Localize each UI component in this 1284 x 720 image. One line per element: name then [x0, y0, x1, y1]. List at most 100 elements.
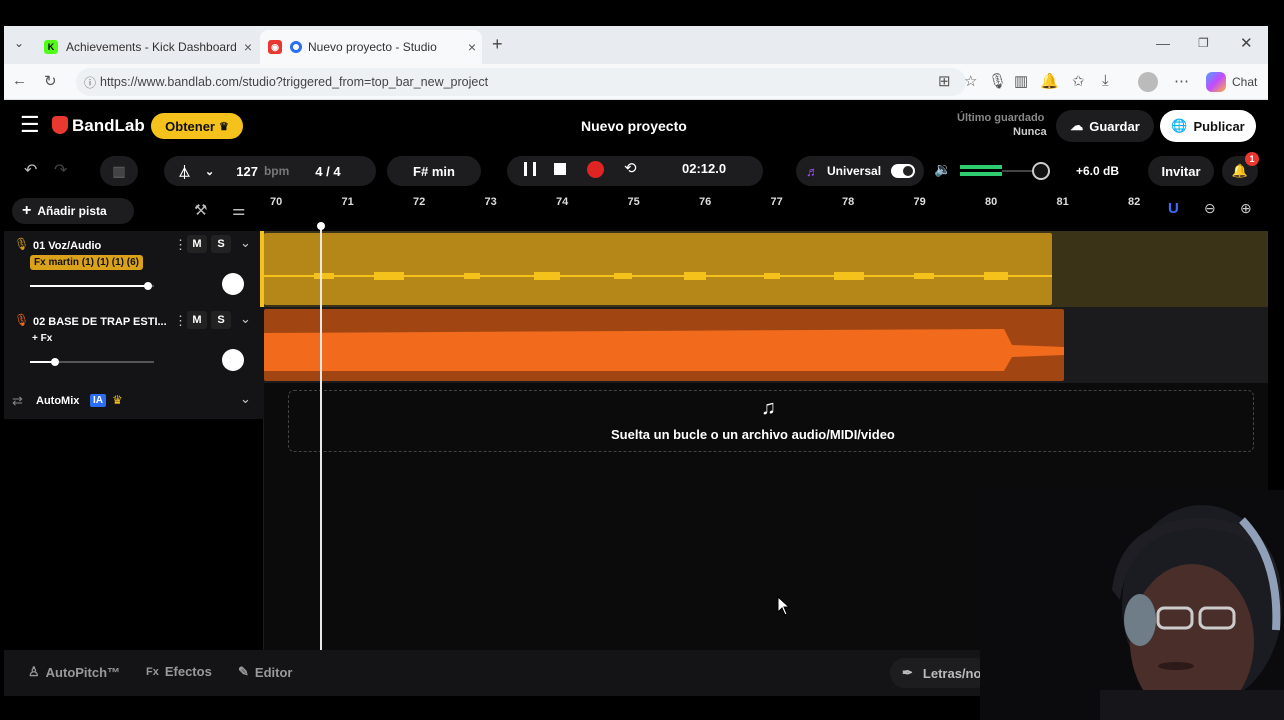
slider-handle[interactable]: [50, 358, 59, 366]
new-tab-icon[interactable]: +: [492, 34, 503, 55]
mute-button[interactable]: M: [187, 235, 207, 253]
pause-icon[interactable]: [524, 162, 536, 176]
restore-icon[interactable]: ❐: [1198, 36, 1209, 50]
redo-icon[interactable]: ↷: [54, 160, 67, 180]
audio-region-base[interactable]: [264, 309, 1064, 381]
close-icon[interactable]: ×: [244, 39, 252, 55]
piano-keys-button[interactable]: ▥: [100, 156, 138, 186]
editor-button[interactable]: ✎ Editor: [238, 664, 292, 680]
drop-zone[interactable]: ♫ Suelta un bucle o un archivo audio/MID…: [288, 390, 1254, 452]
chat-label[interactable]: Chat: [1232, 75, 1257, 89]
snap-magnet-icon[interactable]: U: [1168, 200, 1179, 217]
close-window-icon[interactable]: ✕: [1240, 34, 1253, 52]
transport-toolbar: ↶ ↷ ▥ ⏃ ⌄ 127 bpm 4 / 4 F# min ⟲ 02:12.0: [4, 152, 1268, 192]
tab-list-chevron-icon[interactable]: ⌄: [14, 36, 24, 50]
close-icon[interactable]: ×: [468, 39, 476, 55]
timeline-ruler[interactable]: U ⊖ ⊕ 70 71 72 73 74 75 76 77 78 79 80 81 82: [264, 192, 1268, 231]
solo-button[interactable]: S: [211, 311, 231, 329]
mute-button[interactable]: M: [187, 311, 207, 329]
favorite-star-icon[interactable]: ☆: [964, 72, 977, 90]
screen: ⌄ K Achievements - Kick Dashboard × ◉ Nu…: [0, 0, 1284, 720]
preset-toggle[interactable]: [891, 164, 916, 178]
volume-speaker-icon[interactable]: 🔉: [934, 161, 951, 178]
copilot-icon[interactable]: [1206, 72, 1226, 92]
invite-button[interactable]: Invitar: [1148, 156, 1214, 186]
more-menu-icon[interactable]: ⋯: [1174, 72, 1189, 90]
autopitch-button[interactable]: ♙ AutoPitch™: [28, 664, 120, 680]
volume-knob[interactable]: [1032, 162, 1050, 180]
lyrics-button[interactable]: ✒ Letras/no: [890, 658, 990, 688]
plus-icon: +: [22, 202, 32, 219]
playhead-handle[interactable]: [317, 222, 325, 230]
project-title[interactable]: Nuevo proyecto: [581, 118, 687, 134]
minimize-icon[interactable]: —: [1156, 35, 1170, 51]
stop-icon[interactable]: [554, 163, 566, 175]
fx-chip[interactable]: Fx martin (1) (1) (1) (6): [30, 255, 144, 270]
undo-icon[interactable]: ↶: [24, 160, 37, 180]
loop-icon[interactable]: ⟲: [624, 159, 637, 177]
ruler-bar-label: 71: [341, 196, 354, 208]
record-icon[interactable]: [587, 161, 604, 178]
chevron-down-icon[interactable]: ⌄: [205, 165, 214, 178]
bandlab-logo-icon: [52, 116, 68, 134]
site-info-icon[interactable]: ⓘ: [84, 74, 96, 91]
track-volume-slider[interactable]: [30, 358, 154, 366]
get-membership-button[interactable]: Obtener ♛: [151, 113, 243, 139]
solo-button[interactable]: S: [211, 235, 231, 253]
tab-kick-dashboard[interactable]: K Achievements - Kick Dashboard ×: [36, 30, 258, 64]
add-fx-button[interactable]: + Fx: [32, 333, 52, 344]
pan-knob[interactable]: [222, 273, 244, 295]
metronome-icon[interactable]: ⏃: [178, 162, 191, 181]
back-icon[interactable]: ←: [12, 72, 27, 89]
master-volume-meter[interactable]: [960, 162, 1050, 180]
publish-button[interactable]: 🌐 Publicar: [1160, 110, 1256, 142]
url-field[interactable]: ⓘ https://www.bandlab.com/studio?trigger…: [76, 68, 966, 96]
apps-icon[interactable]: ⊞: [938, 72, 951, 90]
pan-knob[interactable]: [222, 349, 244, 371]
track-volume-slider[interactable]: [30, 282, 154, 290]
track-list: 🎙 01 Voz/Audio ⋮ M S ⌄ Fx martin (1) (1)…: [4, 231, 264, 651]
last-saved-value: Nunca: [1013, 126, 1047, 138]
reading-view-icon[interactable]: ▥: [1014, 72, 1028, 90]
zoom-out-icon[interactable]: ⊖: [1204, 200, 1216, 217]
zoom-in-icon[interactable]: ⊕: [1240, 200, 1252, 217]
ruler-bar-label: 77: [770, 196, 783, 208]
microphone-icon[interactable]: 🎙: [988, 72, 1007, 90]
globe-icon: 🌐: [1171, 118, 1188, 133]
track-name[interactable]: 02 BASE DE TRAP ESTI...: [33, 316, 167, 328]
add-track-button[interactable]: + Añadir pista: [12, 198, 134, 224]
tab-bandlab-studio[interactable]: ◉ Nuevo proyecto - Studio ×: [260, 30, 482, 64]
track-more-icon[interactable]: ⋮: [174, 313, 187, 329]
track-name[interactable]: 01 Voz/Audio: [33, 240, 101, 252]
notifications-browser-icon[interactable]: 🔔: [1040, 72, 1059, 90]
tools-icon[interactable]: ⚒: [194, 201, 207, 219]
reload-icon[interactable]: ↻: [44, 72, 57, 90]
favorites-icon[interactable]: ✩: [1072, 72, 1085, 90]
hamburger-menu-icon[interactable]: ☰: [20, 114, 40, 136]
save-button[interactable]: ☁ Guardar: [1056, 110, 1154, 142]
automix-row[interactable]: ⇄ AutoMix IA ♛ ⌄: [4, 383, 264, 419]
crown-icon: ♛: [112, 393, 123, 407]
chevron-down-icon[interactable]: ⌄: [240, 391, 251, 407]
chevron-down-icon[interactable]: ⌄: [240, 235, 251, 251]
key-selector[interactable]: F# min: [387, 156, 481, 186]
effects-label: Efectos: [164, 664, 212, 679]
bandlab-logo-text[interactable]: BandLab: [72, 116, 145, 136]
chevron-down-icon[interactable]: ⌄: [240, 311, 251, 327]
preset-music-icon: ♬: [806, 163, 819, 179]
bpm-value[interactable]: 127: [236, 164, 258, 179]
profile-avatar[interactable]: [1138, 72, 1158, 92]
track-more-icon[interactable]: ⋮: [174, 237, 187, 253]
track-header-2[interactable]: 🎙 02 BASE DE TRAP ESTI... ⋮ M S ⌄ + Fx: [4, 307, 264, 383]
slider-handle[interactable]: [143, 282, 152, 290]
downloads-icon[interactable]: ⤓: [1102, 72, 1109, 89]
track-lane-2[interactable]: [264, 307, 1268, 383]
playhead[interactable]: [320, 224, 322, 650]
time-signature[interactable]: 4 / 4: [315, 164, 340, 179]
track-settings-icon[interactable]: ⚌: [232, 201, 245, 219]
effects-button[interactable]: Fx Efectos: [146, 664, 212, 679]
preset-selector[interactable]: ♬ Universal: [796, 156, 924, 186]
track-lane-1[interactable]: [264, 231, 1268, 307]
audio-region-voz[interactable]: [264, 233, 1052, 305]
track-header-1[interactable]: 🎙 01 Voz/Audio ⋮ M S ⌄ Fx martin (1) (1)…: [4, 231, 264, 307]
